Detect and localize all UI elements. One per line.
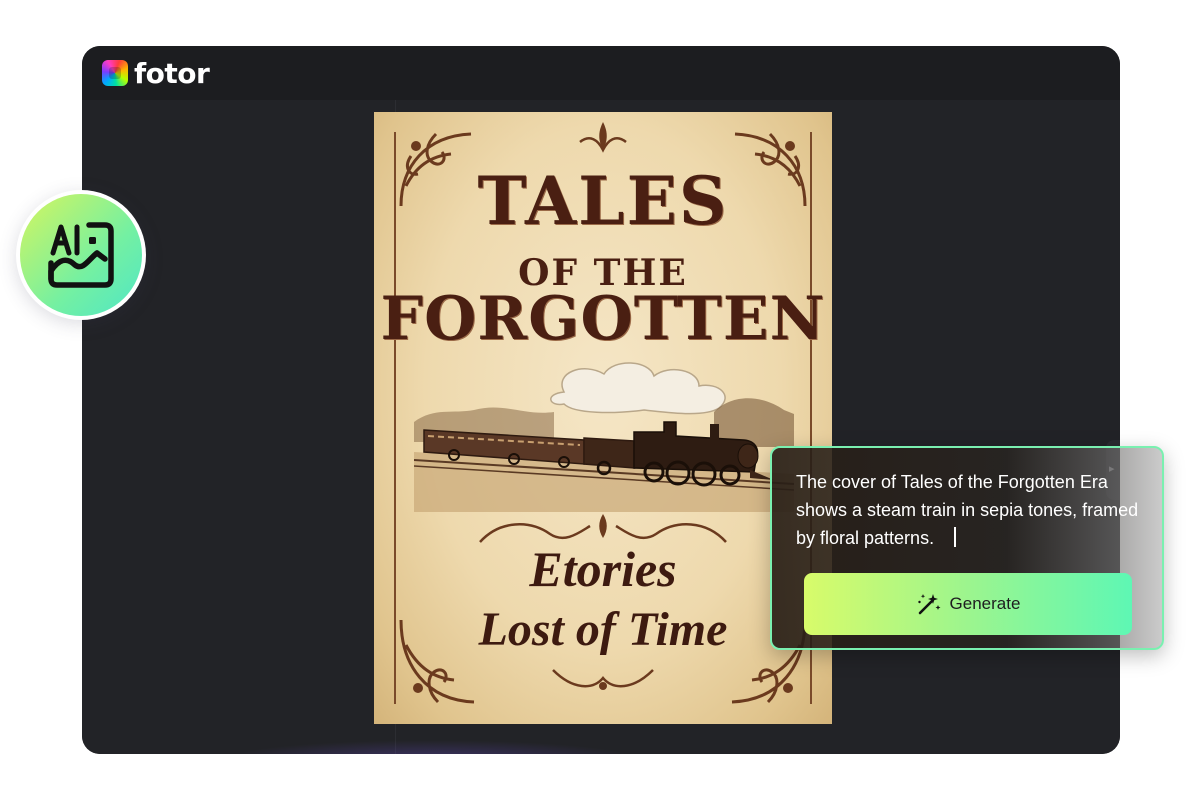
fotor-logo-icon xyxy=(102,60,128,86)
poster-subtitle-line-2: Lost of Time xyxy=(478,603,728,656)
ornament-bottom-center xyxy=(552,669,654,690)
logo-text: fotor xyxy=(134,56,210,90)
ai-image-icon xyxy=(48,222,114,288)
background-glow xyxy=(222,740,642,754)
poster-title-line-3: FORGOTTEN xyxy=(380,284,826,354)
ai-image-badge xyxy=(16,190,146,320)
prompt-text: The cover of Tales of the Forgotten Era … xyxy=(796,472,1139,548)
steam-train-illustration xyxy=(414,362,794,512)
prompt-input[interactable]: The cover of Tales of the Forgotten Era … xyxy=(796,468,1146,552)
prompt-card: The cover of Tales of the Forgotten Era … xyxy=(770,446,1164,650)
magic-wand-icon xyxy=(917,594,941,615)
top-bar: fotor xyxy=(82,46,1120,100)
poster-subtitle-line-1: Etories xyxy=(529,541,677,597)
ornament-top-center xyxy=(579,122,627,153)
generate-button-label: Generate xyxy=(949,594,1021,613)
generated-book-cover: TALES OF THE FORGOTTEN Etories Lost of T… xyxy=(374,112,832,724)
fotor-logo[interactable]: fotor xyxy=(102,56,210,90)
text-caret xyxy=(954,527,957,547)
poster-title-line-1: TALES xyxy=(477,162,729,240)
generate-button[interactable]: Generate xyxy=(804,573,1132,635)
